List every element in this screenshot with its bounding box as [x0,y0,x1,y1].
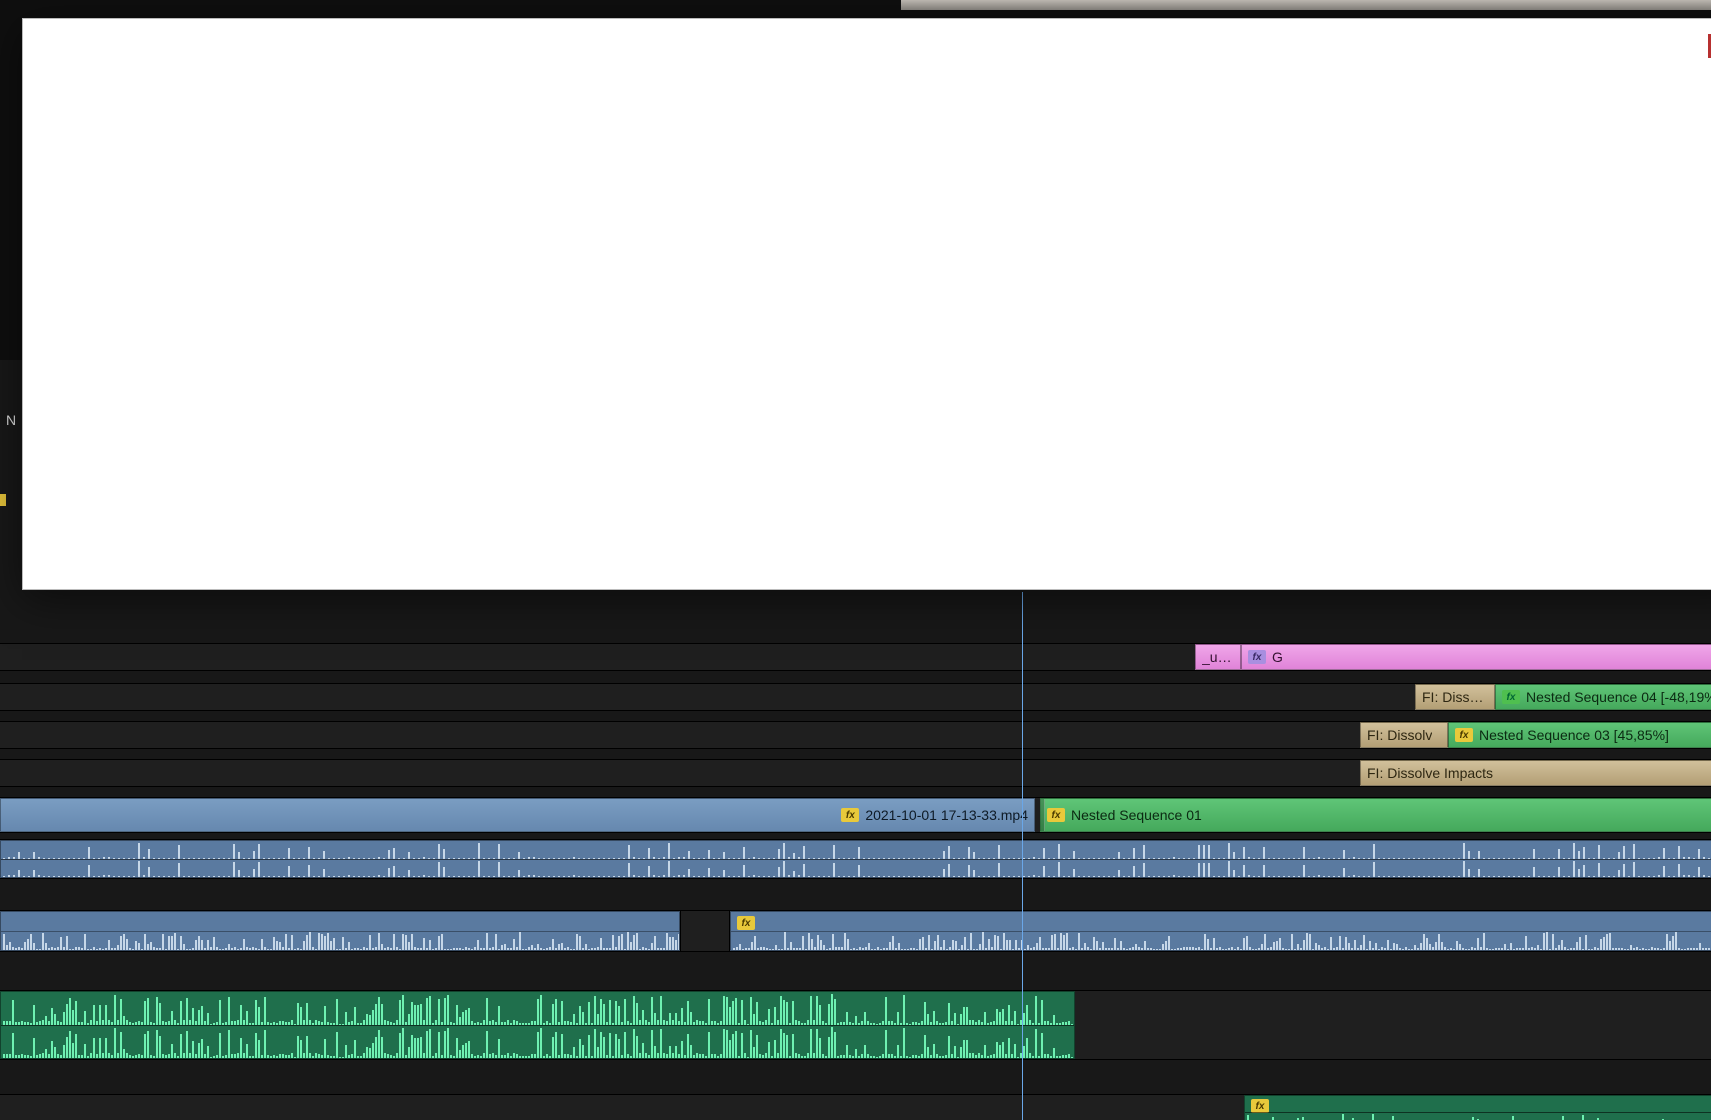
waveform [1,931,679,950]
clip-pink-stub[interactable]: _uni.Sl [1195,644,1241,670]
track-a4[interactable]: fx [0,1094,1711,1120]
transition-label: FI: Dissolve [1422,689,1488,705]
audio-gap[interactable] [680,911,730,951]
audio-clip-a4[interactable]: fx [1244,1095,1711,1120]
track-a1[interactable] [0,839,1711,879]
clip-source-video[interactable]: fx 2021-10-01 17-13-33.mp4 [0,798,1035,832]
timeline-panel[interactable]: _uni.Sl fx G FI: Dissolve fx Nested Sequ… [0,592,1711,1120]
waveform [1245,1112,1711,1120]
waveform [731,931,1711,950]
clip-nested-03[interactable]: fx Nested Sequence 03 [45,85%] [1448,722,1711,748]
fx-badge-icon: fx [1251,1099,1269,1113]
waveform [1,992,1074,1025]
fx-badge-icon: fx [737,916,755,930]
clip-nested-01[interactable]: fx Nested Sequence 01 [1040,798,1711,832]
clip-label: Nested Sequence 01 [1071,807,1202,823]
modal-dialog[interactable]: ✕ [22,18,1711,590]
clip-pink-main[interactable]: fx G [1241,644,1711,670]
track-v2[interactable]: FI: Dissolve Impacts fx [0,759,1711,787]
track-a2[interactable]: fx [0,910,1711,952]
transition-dissolve[interactable]: FI: Dissolve [1415,684,1495,710]
fx-badge-icon: fx [1455,728,1473,742]
fx-badge-icon: fx [841,808,859,822]
audio-clip-a2-left[interactable] [0,911,680,951]
playhead[interactable] [1022,592,1023,1120]
transition-label: FI: Dissolv [1367,727,1432,743]
clip-label: Nested Sequence 04 [-48,19%] [1526,689,1711,705]
clip-label: 2021-10-01 17-13-33.mp4 [865,807,1028,823]
waveform [1,859,1711,877]
fx-badge-icon: fx [1248,650,1266,664]
clip-in-handle[interactable] [1041,799,1045,831]
waveform [1,841,1711,859]
clip-label: Nested Sequence 03 [45,85%] [1479,727,1669,743]
track-v5[interactable]: _uni.Sl fx G [0,643,1711,671]
clip-label: _uni.Sl [1202,649,1234,665]
track-a3[interactable] [0,990,1711,1060]
transition-dissolve-impacts[interactable]: FI: Dissolve Impacts [1360,760,1711,786]
in-point-marker[interactable] [0,494,6,506]
audio-clip-a2-right[interactable]: fx [730,911,1711,951]
fx-badge-icon: fx [1047,808,1065,822]
waveform [1,1025,1074,1058]
track-v3[interactable]: FI: Dissolv fx Nested Sequence 03 [45,85… [0,721,1711,749]
clip-label: G [1272,649,1283,665]
audio-clip-a3[interactable] [0,991,1075,1059]
transition-label: FI: Dissolve Impacts [1367,765,1493,781]
program-monitor-edge [901,0,1711,10]
fx-badge-icon: fx [1502,690,1520,704]
transition-dissolve[interactable]: FI: Dissolv [1360,722,1448,748]
track-v4[interactable]: FI: Dissolve fx Nested Sequence 04 [-48,… [0,683,1711,711]
project-column-letter: N [6,412,20,430]
audio-clip-a1[interactable] [0,840,1711,878]
track-v1[interactable]: fx 2021-10-01 17-13-33.mp4 fx Nested Seq… [0,797,1711,833]
clip-nested-04[interactable]: fx Nested Sequence 04 [-48,19%] [1495,684,1711,710]
